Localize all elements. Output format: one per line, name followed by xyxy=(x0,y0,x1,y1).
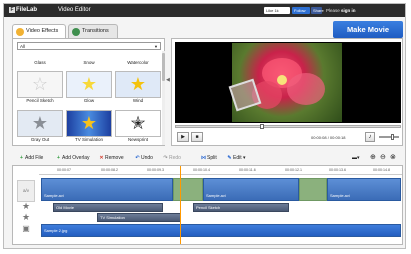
effects-scroll-thumb[interactable] xyxy=(162,53,165,81)
like-button[interactable]: Like 1k xyxy=(264,7,290,14)
undo-button[interactable]: ↶Undo xyxy=(134,154,153,162)
effect-wind[interactable]: ★ Wind xyxy=(115,71,161,105)
split-icon: ⋈ xyxy=(201,155,206,161)
collapse-panel-arrow-icon[interactable]: ◀ xyxy=(166,77,170,83)
tab-video-effects[interactable]: Video Effects xyxy=(12,24,66,38)
close-icon: ✕ xyxy=(99,155,104,161)
effect-tv-simulation[interactable]: ★ TV Simulation xyxy=(66,110,112,144)
ruler-tick: 00:00:11.6 xyxy=(239,168,256,172)
star-icon: ★ xyxy=(17,110,63,137)
timeline-effect-tv-simulation[interactable]: TV Simulation xyxy=(97,213,181,222)
seek-thumb[interactable] xyxy=(259,124,264,129)
video-seek-bar[interactable] xyxy=(175,124,401,129)
video-screen xyxy=(175,42,401,123)
ruler-tick: 00:00:08.2 xyxy=(101,168,118,172)
image-track-icon: ▣ xyxy=(22,224,30,233)
zoom-in-icon[interactable]: ⊕ xyxy=(370,154,376,162)
effects-track-star-icon: ★ xyxy=(21,201,31,211)
add-overlay-button[interactable]: + Add Overlay xyxy=(55,154,89,162)
effect-newsprint[interactable]: ✭ Newsprint xyxy=(115,110,161,144)
filelab-logo: F FileLab xyxy=(9,7,38,13)
video-preview-panel: ▶ ■ 00:00:08 / 00:00:18 ♪ xyxy=(171,38,403,146)
ruler-tick: 00:00:13.6 xyxy=(329,168,346,172)
ruler-tick: 00:00:09.3 xyxy=(147,168,164,172)
star-icon: ★ xyxy=(66,110,112,137)
effects-scrollbar[interactable] xyxy=(162,51,165,145)
timeline-effect-pencil-sketch[interactable]: Pencil Sketch xyxy=(193,203,289,212)
redo-icon: ↷ xyxy=(163,155,168,161)
timeline-ruler[interactable]: 00:00:07 00:00:08.2 00:00:09.3 00:00:10.… xyxy=(39,168,402,175)
timeline-transition[interactable] xyxy=(173,178,203,201)
edit-button[interactable]: ✎Edit ▾ xyxy=(226,154,246,162)
overlay-track-star-icon: ★ xyxy=(21,212,31,222)
undo-icon: ↶ xyxy=(135,155,140,161)
effects-panel: All ▼ Glass Snow Watercolor ☆ Pencil Sket… xyxy=(12,38,165,146)
tab-transitions[interactable]: Transitions xyxy=(68,24,118,38)
timeline: 00:00:07 00:00:08.2 00:00:09.3 00:00:10.… xyxy=(12,165,403,245)
ruler-tick: 00:00:10.4 xyxy=(193,168,210,172)
zoom-out-icon[interactable]: ⊖ xyxy=(380,154,386,162)
timeline-effect-old-movie[interactable]: Old Movie xyxy=(53,203,163,212)
av-track-header: a/v xyxy=(17,180,35,202)
timeline-clip-main-a[interactable]: Sample.avi xyxy=(41,178,173,201)
add-file-button[interactable]: + Add File xyxy=(18,154,43,162)
star-icon: ★ xyxy=(66,71,112,98)
pencil-icon: ✎ xyxy=(227,155,232,161)
ruler-tick: 00:00:12.1 xyxy=(285,168,302,172)
star-icon: ☆ xyxy=(17,71,63,98)
volume-thumb[interactable] xyxy=(390,134,394,140)
redo-button[interactable]: ↷Redo xyxy=(162,154,181,162)
view-mode-button[interactable]: ▬▾ xyxy=(352,154,360,162)
timeline-playhead[interactable] xyxy=(180,166,181,244)
star-icon: ★ xyxy=(115,71,161,98)
star-icon xyxy=(16,28,24,36)
stop-button[interactable]: ■ xyxy=(191,132,203,142)
sign-in-link[interactable]: sign in xyxy=(341,8,356,13)
time-display: 00:00:08 / 00:00:18 xyxy=(311,135,346,140)
make-movie-button[interactable]: Make Movie xyxy=(333,21,403,38)
transition-icon xyxy=(72,28,80,36)
plus-icon: + xyxy=(57,155,60,161)
title-bar: F FileLab Video Editor Like 1k Follow Sha… xyxy=(4,4,405,17)
follow-button[interactable]: Follow xyxy=(292,7,310,14)
effect-gray-out[interactable]: ★ Gray Out xyxy=(17,110,63,144)
zoom-fit-icon[interactable]: ⊗ xyxy=(390,154,396,162)
timeline-clip-main-b[interactable]: Sample.avi xyxy=(203,178,299,201)
chevron-down-icon: ▼ xyxy=(154,44,158,49)
timeline-toolbar: + Add File + Add Overlay ✕Remove ↶Undo ↷Re… xyxy=(12,152,403,164)
share-button[interactable]: Share xyxy=(311,7,324,14)
effects-filter-select[interactable]: All ▼ xyxy=(17,42,161,50)
remove-button[interactable]: ✕Remove xyxy=(98,154,123,162)
timeline-clip-image[interactable]: Sample 2.jpg xyxy=(41,224,401,237)
sign-in-prompt: Please sign in xyxy=(326,8,356,13)
timeline-clip-main-c[interactable]: Sample.avi xyxy=(327,178,401,201)
chevron-down-icon: ▾ xyxy=(243,155,246,161)
app-title: Video Editor xyxy=(58,7,91,13)
ruler-tick: 00:00:07 xyxy=(57,168,71,172)
ruler-tick: 00:00:14.8 xyxy=(373,168,390,172)
volume-slider[interactable] xyxy=(379,134,399,140)
split-button[interactable]: ⋈Split xyxy=(200,154,217,162)
star-icon: ✭ xyxy=(115,110,161,137)
effect-glow[interactable]: ★ Glow xyxy=(66,71,112,105)
play-button[interactable]: ▶ xyxy=(177,132,189,142)
volume-icon[interactable]: ♪ xyxy=(365,132,375,142)
plus-icon: + xyxy=(20,155,23,161)
timeline-transition[interactable] xyxy=(299,178,327,201)
effect-pencil-sketch[interactable]: ☆ Pencil Sketch xyxy=(17,71,63,105)
video-editor-window: F FileLab Video Editor Like 1k Follow Sha… xyxy=(3,3,406,249)
